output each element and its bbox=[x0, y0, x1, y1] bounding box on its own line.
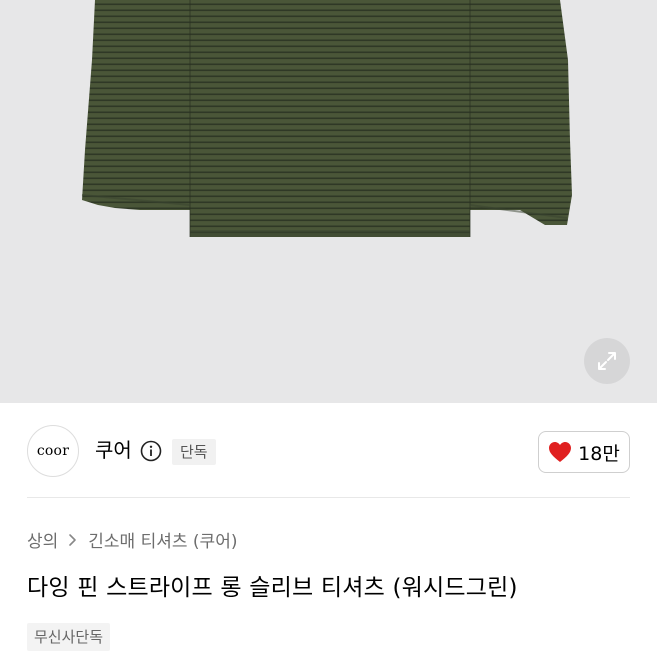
musinsa-exclusive-tag: 무신사단독 bbox=[27, 623, 111, 651]
info-circle-icon[interactable] bbox=[140, 440, 162, 462]
breadcrumb: 상의 긴소매 티셔츠 (쿠어) bbox=[27, 527, 237, 552]
breadcrumb-item-subcategory[interactable]: 긴소매 티셔츠 (쿠어) bbox=[88, 527, 237, 552]
product-image-area[interactable] bbox=[0, 0, 657, 403]
zoom-button[interactable] bbox=[584, 338, 630, 384]
chevron-right-icon bbox=[69, 533, 77, 546]
breadcrumb-item-category[interactable]: 상의 bbox=[27, 527, 58, 552]
divider bbox=[27, 497, 630, 498]
brand-logo[interactable]: coor bbox=[27, 425, 79, 477]
brand-logo-text: coor bbox=[36, 443, 70, 459]
product-image bbox=[81, 0, 572, 237]
product-title: 다잉 핀 스트라이프 롱 슬리브 티셔츠 (워시드그린) bbox=[27, 575, 518, 601]
expand-arrows-icon bbox=[598, 352, 616, 370]
brand-row: coor 쿠어 단독 18만 bbox=[0, 403, 657, 497]
exclusive-badge: 단독 bbox=[172, 439, 216, 465]
brand-name[interactable]: 쿠어 bbox=[95, 436, 132, 464]
heart-icon bbox=[549, 442, 572, 462]
like-count: 18만 bbox=[578, 442, 620, 465]
like-button[interactable]: 18만 bbox=[538, 431, 630, 473]
